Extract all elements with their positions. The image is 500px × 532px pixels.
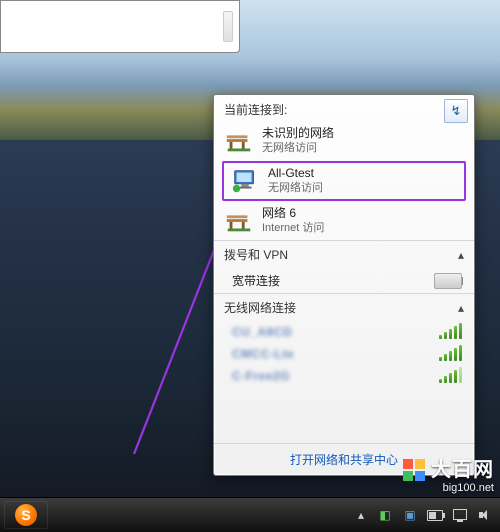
flyout-header: 当前连接到: ↯ (214, 95, 474, 122)
watermark-logo-icon (403, 459, 425, 481)
wifi-section[interactable]: 无线网络连接 ▴ (214, 293, 474, 321)
broadband-item[interactable]: 宽带连接 (214, 268, 474, 293)
chevron-up-icon: ▴ (458, 301, 464, 315)
dial-vpn-section[interactable]: 拨号和 VPN ▴ (214, 240, 474, 268)
network-status: Internet 访问 (262, 221, 324, 236)
chevron-up-icon: ▴ (458, 248, 464, 262)
signal-icon (439, 325, 462, 339)
network-name: All-Gtest (268, 166, 323, 181)
diagnose-icon: ↯ (451, 103, 462, 119)
watermark: 大百网 big100.net (403, 459, 494, 494)
bench-icon (224, 126, 254, 156)
network-status: 无网络访问 (262, 141, 334, 156)
current-connections: 未识别的网络 无网络访问 All-Gtest 无网络访问 网络 6 (214, 122, 474, 240)
signal-icon (439, 347, 462, 361)
wifi-item[interactable]: CU_A8CD (214, 321, 474, 343)
signal-icon (439, 369, 462, 383)
wifi-ssid: CU_A8CD (232, 325, 292, 339)
network-flyout: 当前连接到: ↯ 未识别的网络 无网络访问 All-Gtes (213, 94, 475, 476)
wifi-item[interactable]: CMCC-Lte (214, 343, 474, 365)
background-window (0, 0, 240, 53)
taskbar: S ▴ ◧ ▣ (0, 497, 500, 532)
tray-overflow-button[interactable]: ▴ (354, 508, 368, 522)
tray-battery-icon[interactable] (427, 507, 443, 523)
network-name: 未识别的网络 (262, 126, 334, 141)
tray-app-icon[interactable]: ▣ (402, 507, 418, 523)
monitor-icon (230, 166, 260, 196)
open-network-center-link[interactable]: 打开网络和共享中心 (290, 453, 398, 467)
tray-volume-icon[interactable] (477, 507, 493, 523)
taskbar-sogou-button[interactable]: S (4, 501, 48, 529)
system-tray: ▴ ◧ ▣ (354, 507, 500, 523)
tray-app-icon[interactable]: ◧ (377, 507, 393, 523)
watermark-url: big100.net (403, 483, 494, 494)
wifi-list: CU_A8CD CMCC-Lte C-Free2G (214, 321, 474, 387)
tray-network-icon[interactable] (452, 507, 468, 523)
diagnose-button[interactable]: ↯ (444, 99, 468, 123)
section-label: 无线网络连接 (224, 299, 296, 316)
network-item-allgtest[interactable]: All-Gtest 无网络访问 (222, 161, 466, 201)
network-name: 网络 6 (262, 206, 324, 221)
wifi-item[interactable]: C-Free2G (214, 365, 474, 387)
bench-icon (224, 206, 254, 236)
network-item-net6[interactable]: 网络 6 Internet 访问 (214, 202, 474, 240)
broadband-label: 宽带连接 (232, 272, 280, 289)
modem-icon (434, 273, 462, 289)
section-label: 拨号和 VPN (224, 246, 288, 263)
sogou-icon: S (15, 504, 37, 526)
flyout-title: 当前连接到: (224, 103, 287, 117)
watermark-title: 大百网 (431, 460, 494, 480)
wifi-ssid: C-Free2G (232, 369, 290, 383)
network-item-unknown[interactable]: 未识别的网络 无网络访问 (214, 122, 474, 160)
network-status: 无网络访问 (268, 181, 323, 196)
wifi-ssid: CMCC-Lte (232, 347, 294, 361)
